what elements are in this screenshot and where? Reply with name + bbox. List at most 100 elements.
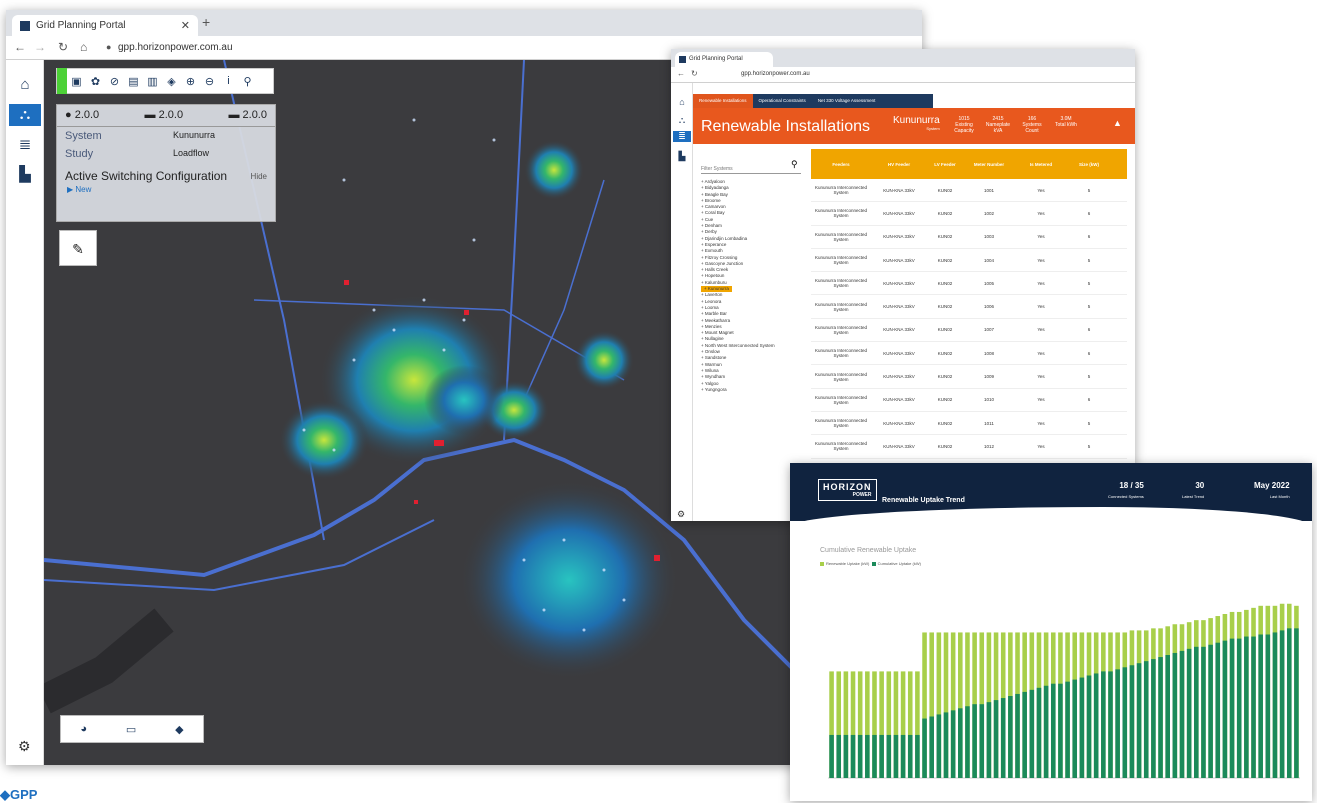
cumulative-bar [1151, 659, 1156, 778]
close-tab-icon[interactable]: ✕ [181, 19, 190, 32]
pin-icon[interactable]: ⚲ [238, 75, 257, 88]
info-icon[interactable]: i [219, 75, 238, 87]
tab-renewable-installations[interactable]: Renewable Installations [693, 94, 753, 108]
back-icon[interactable]: ← [14, 40, 26, 54]
tab-voltage-assessment[interactable]: Net 330 Voltage Assessment [812, 94, 882, 108]
table-cell: KUN-KNA 33kV [883, 397, 915, 403]
table-row[interactable]: Kununurra Interconnected System KUN-KNA 3… [811, 342, 1127, 366]
zoom-out-icon[interactable]: ⊖ [200, 75, 219, 88]
chart-nav-icon-2[interactable]: ▙ [675, 151, 689, 162]
table-header: Feeders HV Feeder LV Feeder Meter Number Is … [811, 149, 1127, 179]
home-nav-icon[interactable]: ⌂ [13, 74, 37, 96]
stat-4: 3.0M Total kWh [1055, 116, 1077, 128]
system-tree-item[interactable]: + Yungngora [701, 387, 811, 393]
cumulative-bar [943, 712, 949, 778]
table-row[interactable]: Kununurra Interconnected System KUN-KNA 3… [811, 319, 1127, 343]
database-nav-icon-2[interactable]: ≣ [673, 131, 691, 142]
table-cell: 5 [1087, 420, 1091, 426]
table-row[interactable]: Kununurra Interconnected System KUN-KNA 3… [811, 249, 1127, 273]
version-row: ● 2.0.0 ▬ 2.0.0 ▬ 2.0.0 [57, 105, 275, 127]
location-label: Kununurra System [893, 115, 940, 131]
browser-tab-2[interactable]: Grid Planning Portal [675, 52, 773, 67]
column-header[interactable]: HV Feeder [871, 162, 927, 167]
cancel-icon[interactable]: ⊘ [105, 75, 124, 88]
table-row[interactable]: Kununurra Interconnected System KUN-KNA 3… [811, 202, 1127, 226]
table-row[interactable]: Kununurra Interconnected System KUN-KNA 3… [811, 435, 1127, 459]
cumulative-bar [1272, 632, 1278, 778]
column-header[interactable]: Meter Number [963, 162, 1015, 167]
edit-pencil-button[interactable]: ✎ [59, 230, 97, 266]
new-config-option[interactable]: ▶ New [57, 183, 275, 196]
search-icon[interactable]: ⚲ [791, 159, 798, 170]
column-header[interactable]: LV Feeder [927, 162, 963, 167]
table-row[interactable]: Kununurra Interconnected System KUN-KNA 3… [811, 412, 1127, 436]
cumulative-bar [843, 734, 849, 778]
table-row[interactable]: Kununurra Interconnected System KUN-KNA 3… [811, 365, 1127, 389]
table-cell: 6 [1087, 397, 1091, 403]
cumulative-bar [893, 734, 899, 778]
cumulative-bar [1086, 675, 1092, 778]
table-cell: KUN-KNA 33kV [883, 280, 915, 286]
table-cell: KUN-KNA 33kV [883, 420, 915, 426]
reload-icon-2[interactable]: ↻ [691, 69, 698, 78]
cumulative-bar [857, 734, 863, 778]
table-cell: Kununurra Interconnected System [814, 441, 868, 452]
table-cell: 6 [1087, 234, 1091, 240]
study-value[interactable]: Loadflow [173, 148, 209, 160]
zoom-in-icon[interactable]: ⊕ [181, 75, 200, 88]
table-cell: Kununurra Interconnected System [814, 255, 868, 266]
table-cell: KUN02 [937, 374, 953, 380]
back-icon-2[interactable]: ← [677, 69, 685, 78]
tab-operational-constraints[interactable]: Operational Constraints [753, 94, 812, 108]
cumulative-bar [1072, 679, 1078, 778]
browser-tab[interactable]: Grid Planning Portal ✕ [12, 15, 198, 36]
book-icon[interactable]: ▥ [143, 75, 162, 88]
table-row[interactable]: Kununurra Interconnected System KUN-KNA 3… [811, 295, 1127, 319]
grid-icon[interactable]: ▤ [124, 75, 143, 88]
comment-icon[interactable]: ▭ [126, 723, 136, 736]
table-row[interactable]: Kununurra Interconnected System KUN-KNA 3… [811, 272, 1127, 296]
table-row[interactable]: Kununurra Interconnected System KUN-KNA 3… [811, 389, 1127, 412]
column-header[interactable]: Is Metered [1015, 162, 1067, 167]
column-header[interactable]: Feeders [811, 162, 871, 167]
network-nav-icon[interactable]: ⛬ [9, 104, 41, 126]
table-row[interactable]: Kununurra Interconnected System KUN-KNA 3… [811, 226, 1127, 249]
table-cell: 5 [1087, 374, 1091, 380]
system-label: System [65, 130, 102, 142]
forward-icon[interactable]: → [34, 40, 46, 54]
table-cell: 5 [1087, 443, 1091, 449]
settings-gear-icon-2[interactable]: ⚙ [677, 509, 685, 520]
cumulative-bar [1115, 669, 1120, 778]
settings-gear-icon[interactable]: ⚙ [18, 738, 31, 755]
legend-item-2: Cumulative Uptake (kW) [877, 561, 921, 566]
new-tab-icon[interactable]: + [202, 14, 210, 30]
layers-icon[interactable]: ◈ [162, 75, 181, 88]
save-icon[interactable]: ▣ [67, 75, 86, 88]
chart-nav-icon[interactable]: ▙ [13, 164, 37, 186]
system-value[interactable]: Kununurra [173, 130, 215, 142]
settings-icon[interactable]: ✿ [86, 75, 105, 88]
study-row[interactable]: Study Loadflow [57, 145, 275, 163]
network-nav-icon-2[interactable]: ⛬ [675, 115, 689, 126]
system-row[interactable]: System Kununurra [57, 127, 275, 145]
cumulative-bar [979, 704, 985, 778]
column-header[interactable]: Size (kW) [1067, 162, 1111, 167]
home-icon[interactable]: ⌂ [80, 40, 87, 54]
cumulative-bar [1079, 677, 1085, 778]
globe-icon[interactable]: ◕ [80, 723, 87, 735]
favicon-icon-2 [679, 56, 686, 63]
reload-icon[interactable]: ↻ [58, 40, 68, 54]
table-row[interactable]: Kununurra Interconnected System KUN-KNA 3… [811, 179, 1127, 203]
database-nav-icon[interactable]: ≣ [13, 134, 37, 156]
layer-toggle-icon[interactable]: ◆ [175, 723, 183, 736]
filter-systems-input[interactable]: Filter Systems [701, 162, 801, 174]
cumulative-bar [1101, 671, 1106, 778]
url-field-2[interactable]: gpp.horizonpower.com.au [741, 71, 810, 77]
collapse-icon[interactable]: ▲ [1113, 118, 1122, 128]
url-field[interactable]: gpp.horizonpower.com.au [118, 42, 233, 53]
cumulative-bar [1122, 667, 1128, 778]
table-cell: KUN-KNA 33kV [883, 257, 915, 263]
table-cell: 1002 [983, 210, 994, 216]
home-nav-icon-2[interactable]: ⌂ [675, 97, 689, 107]
hide-button[interactable]: Hide [251, 172, 267, 183]
